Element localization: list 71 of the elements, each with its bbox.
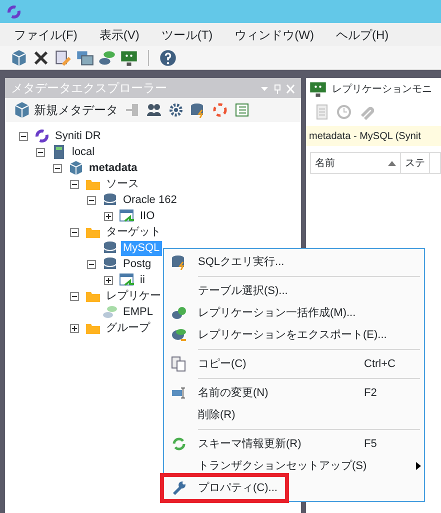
database-icon <box>102 240 118 256</box>
menu-item[interactable]: ファイル(F) <box>14 26 78 44</box>
expander-icon[interactable] <box>70 228 79 236</box>
monitor-icon[interactable] <box>120 48 138 66</box>
database-bolt-icon[interactable] <box>190 102 206 118</box>
menu-item[interactable]: 表示(V) <box>99 26 140 44</box>
edit-icon[interactable] <box>54 48 72 66</box>
database-icon <box>102 256 118 272</box>
expander-icon[interactable] <box>104 212 113 220</box>
numbered-list-icon[interactable] <box>234 102 250 118</box>
cube-icon[interactable] <box>10 48 28 66</box>
tree-item[interactable]: metadata <box>87 160 140 176</box>
settings-icon[interactable] <box>168 102 184 118</box>
expander-icon[interactable] <box>19 132 28 140</box>
expander-icon[interactable] <box>70 324 79 332</box>
sync-icon <box>34 128 50 144</box>
expander-icon[interactable] <box>36 148 45 156</box>
menu-item[interactable]: レプリケーションをエクスポート(E)... <box>164 324 424 346</box>
database-icon <box>171 305 187 321</box>
rename-icon <box>171 385 187 401</box>
tree-item[interactable]: IIO <box>138 208 157 224</box>
tree-item[interactable]: local <box>70 144 97 160</box>
expander-icon[interactable] <box>70 292 79 300</box>
database-export-icon <box>171 327 187 343</box>
expander-icon[interactable] <box>70 180 79 188</box>
expander-icon[interactable] <box>87 260 96 268</box>
info-bar: metadata - MySQL (Synit <box>306 126 441 146</box>
help-icon[interactable] <box>159 48 177 66</box>
table-icon <box>119 272 135 288</box>
refresh-icon <box>171 436 187 452</box>
expander-icon[interactable] <box>53 164 62 172</box>
menu-item[interactable]: スキーマ情報更新(R) F5 <box>164 433 424 455</box>
menu-item[interactable]: トランザクションセットアップ(S) <box>164 455 424 477</box>
database-icon <box>102 304 118 320</box>
menu-item[interactable]: プロパティ(C)... <box>164 477 286 499</box>
users-icon[interactable] <box>146 102 162 118</box>
tree-item[interactable]: グループ <box>104 320 152 336</box>
tree-item[interactable]: ソース <box>104 176 141 192</box>
cube-icon <box>13 101 31 119</box>
database-bolt-icon <box>171 254 187 270</box>
expander-icon[interactable] <box>87 196 96 204</box>
tree-item[interactable]: ターゲット <box>104 224 163 240</box>
panel-title: レプリケーションモニ <box>332 82 432 96</box>
databases-icon[interactable] <box>98 48 116 66</box>
column-header[interactable]: ステ <box>401 153 430 173</box>
column-header[interactable]: 名前 <box>311 153 401 173</box>
menu-item[interactable]: レプリケーション一括作成(M)... <box>164 302 424 324</box>
database-icon <box>102 192 118 208</box>
tree-item[interactable]: レプリケー <box>104 288 163 304</box>
menu-item[interactable]: ヘルプ(H) <box>336 26 389 44</box>
expander-icon[interactable] <box>104 276 113 284</box>
copy-icon <box>171 356 187 372</box>
tree-item[interactable]: ii <box>138 272 147 288</box>
menu-item[interactable]: ウィンドウ(W) <box>234 26 314 44</box>
tree-item[interactable]: Syniti DR <box>53 128 103 144</box>
server-icon <box>51 144 67 160</box>
menu-item[interactable]: コピー(C) Ctrl+C <box>164 353 424 375</box>
menu-item[interactable]: 削除(R) <box>164 404 424 426</box>
wrench-icon <box>171 480 187 496</box>
tree-item[interactable]: Oracle 162 <box>121 192 179 208</box>
menu-item[interactable]: SQLクエリ実行... <box>164 251 424 273</box>
cube-icon <box>68 160 84 176</box>
tables-icon[interactable] <box>76 48 94 66</box>
table-icon <box>119 208 135 224</box>
menu-item[interactable]: テーブル選択(S)... <box>164 280 424 302</box>
tree-item[interactable]: Postg <box>121 256 154 272</box>
menu-item[interactable]: 名前の変更(N) F2 <box>164 382 424 404</box>
ring-icon[interactable] <box>212 102 228 118</box>
app-logo-icon <box>6 4 22 20</box>
menu-item[interactable]: ツール(T) <box>161 26 213 44</box>
tree-item[interactable]: EMPL <box>121 304 155 320</box>
